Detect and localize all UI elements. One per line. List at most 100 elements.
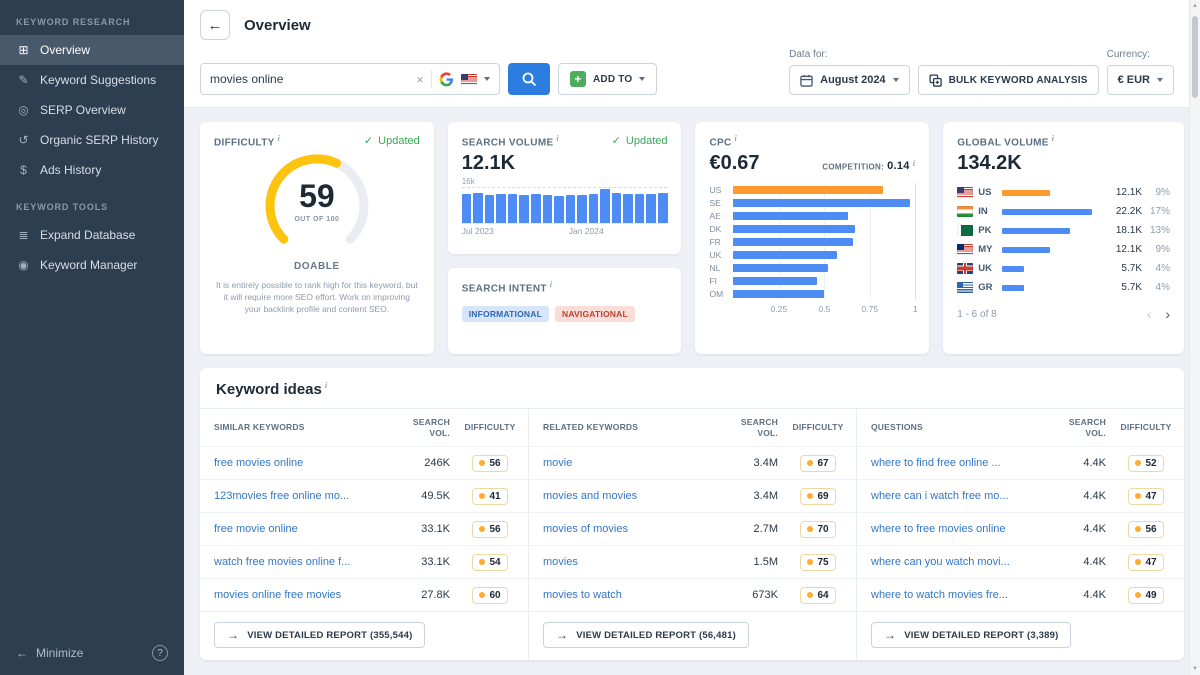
volume-percent: 4% — [1142, 263, 1170, 274]
report-label: VIEW DETAILED REPORT (355,544) — [247, 630, 412, 641]
sidebar: KEYWORD RESEARCH ⊞Overview✎Keyword Sugge… — [0, 0, 184, 675]
check-icon: ✓ — [612, 134, 621, 147]
table-row: free movie online33.1K56 — [200, 513, 528, 546]
keyword-link[interactable]: movies online free movies — [214, 589, 392, 601]
difficulty-card: DIFFICULTYi ✓Updated 59 OUT OF 100 D — [200, 122, 434, 354]
difficulty-badge: 60 — [472, 587, 507, 604]
keyword-link[interactable]: movie — [543, 457, 720, 469]
date-select[interactable]: August 2024 — [789, 65, 909, 95]
report-label: VIEW DETAILED REPORT (3,389) — [904, 630, 1058, 641]
difficulty-verdict: DOABLE — [294, 261, 340, 272]
cpc-value-row: €0.67 COMPETITION:0.14i — [709, 152, 915, 175]
add-to-button[interactable]: + ADD TO — [558, 63, 657, 95]
keyword-link[interactable]: free movie online — [214, 523, 392, 535]
search-box: × — [200, 63, 500, 95]
minimize-button[interactable]: ← Minimize — [16, 646, 83, 660]
keyword-link[interactable]: watch free movies online f... — [214, 556, 392, 568]
cpc-card: CPCi €0.67 COMPETITION:0.14i USSEAEDKFRU… — [695, 122, 929, 354]
info-icon[interactable]: i — [1052, 134, 1055, 143]
search-button[interactable] — [508, 63, 550, 95]
share-bar-wrap — [1002, 266, 1102, 272]
keyword-link[interactable]: where to free movies online — [871, 523, 1048, 535]
add-to-label: ADD TO — [593, 74, 632, 85]
currency-select[interactable]: € EUR — [1107, 65, 1174, 95]
sidebar-section-keyword-tools: KEYWORD TOOLS — [0, 185, 184, 220]
view-detailed-report-button[interactable]: →VIEW DETAILED REPORT (56,481) — [543, 622, 749, 648]
sidebar-item-ads-history[interactable]: $Ads History — [0, 155, 184, 185]
keyword-link[interactable]: where to watch movies fre... — [871, 589, 1048, 601]
difficulty-dot-icon — [807, 559, 813, 565]
share-bar — [1002, 190, 1050, 196]
scroll-up-icon[interactable]: ▲ — [1190, 3, 1200, 9]
keyword-link[interactable]: movies — [543, 556, 720, 568]
search-input[interactable] — [210, 72, 409, 86]
global-volume-row: US12.1K9% — [957, 183, 1170, 202]
sidebar-item-organic-serp-history[interactable]: ↺Organic SERP History — [0, 125, 184, 155]
arrow-right-icon: → — [556, 629, 568, 641]
keyword-link[interactable]: 123movies free online mo... — [214, 490, 392, 502]
back-button[interactable]: ← — [200, 10, 230, 40]
keyword-link[interactable]: movies and movies — [543, 490, 720, 502]
scrollbar-thumb[interactable] — [1192, 16, 1198, 98]
main-content: ← Overview × — [184, 0, 1200, 675]
keyword-group-related-keywords: RELATED KEYWORDSSEARCH VOL.DIFFICULTYmov… — [528, 408, 856, 660]
volume-bar — [508, 194, 518, 223]
search-volume-cell: 4.4K — [1048, 556, 1108, 568]
sidebar-item-overview[interactable]: ⊞Overview — [0, 35, 184, 65]
help-icon[interactable]: ? — [152, 645, 168, 661]
cpc-country-label: UK — [709, 250, 729, 260]
volume-percent: 4% — [1142, 282, 1170, 293]
share-bar — [1002, 209, 1092, 215]
sidebar-item-expand-database[interactable]: ≣Expand Database — [0, 220, 184, 250]
gridline — [915, 183, 916, 300]
bulk-keyword-analysis-button[interactable]: BULK KEYWORD ANALYSIS — [918, 65, 1099, 95]
cpc-row-om: OM — [733, 287, 915, 300]
keyword-link[interactable]: where can you watch movi... — [871, 556, 1048, 568]
cpc-bar — [733, 277, 817, 285]
difficulty-value: 52 — [1145, 458, 1156, 469]
keyword-link[interactable]: movies of movies — [543, 523, 720, 535]
search-volume-cell: 1.5M — [720, 556, 780, 568]
scrollbar[interactable]: ▲ ▼ — [1189, 0, 1200, 675]
info-icon[interactable]: i — [325, 381, 327, 390]
search-volume-cell: 4.4K — [1048, 589, 1108, 601]
prev-page-icon[interactable]: ‹ — [1147, 307, 1152, 321]
column-header: QUESTIONS — [871, 422, 1048, 433]
search-volume-cell: 4.4K — [1048, 457, 1108, 469]
my-flag-icon — [957, 244, 973, 255]
view-detailed-report-button[interactable]: →VIEW DETAILED REPORT (355,544) — [214, 622, 425, 648]
view-detailed-report-button[interactable]: →VIEW DETAILED REPORT (3,389) — [871, 622, 1071, 648]
keyword-link[interactable]: movies to watch — [543, 589, 720, 601]
info-icon[interactable]: i — [913, 159, 916, 168]
clear-icon[interactable]: × — [416, 73, 424, 86]
difficulty-dot-icon — [479, 592, 485, 598]
keyword-table-header: SIMILAR KEYWORDSSEARCH VOL.DIFFICULTY — [200, 409, 528, 447]
keyword-link[interactable]: where can i watch free mo... — [871, 490, 1048, 502]
share-bar-wrap — [1002, 247, 1102, 253]
info-icon[interactable]: i — [735, 134, 738, 143]
column-header: DIFFICULTY — [780, 422, 856, 433]
sidebar-item-keyword-manager[interactable]: ◉Keyword Manager — [0, 250, 184, 280]
sidebar-item-label: Overview — [40, 43, 90, 57]
info-icon[interactable]: i — [550, 280, 553, 289]
info-icon[interactable]: i — [556, 134, 559, 143]
difficulty-value: 67 — [817, 458, 828, 469]
chevron-down-icon[interactable] — [484, 77, 490, 81]
keyword-link[interactable]: where to find free online ... — [871, 457, 1048, 469]
column-header: DIFFICULTY — [1108, 422, 1184, 433]
table-row: where to free movies online4.4K56 — [857, 513, 1184, 546]
currency-group: Currency: € EUR — [1107, 49, 1174, 95]
currency-value: € EUR — [1118, 74, 1150, 86]
info-icon[interactable]: i — [278, 134, 281, 143]
column-header: SEARCH VOL. — [392, 417, 452, 438]
volume-percent: 13% — [1142, 225, 1170, 236]
scroll-down-icon[interactable]: ▼ — [1190, 666, 1200, 672]
global-volume-row: UK5.7K4% — [957, 259, 1170, 278]
sidebar-item-keyword-suggestions[interactable]: ✎Keyword Suggestions — [0, 65, 184, 95]
keyword-link[interactable]: free movies online — [214, 457, 392, 469]
volume-percent: 9% — [1142, 187, 1170, 198]
next-page-icon[interactable]: › — [1165, 307, 1170, 321]
table-row: movies online free movies27.8K60 — [200, 579, 528, 612]
difficulty-dot-icon — [807, 592, 813, 598]
sidebar-item-serp-overview[interactable]: ◎SERP Overview — [0, 95, 184, 125]
